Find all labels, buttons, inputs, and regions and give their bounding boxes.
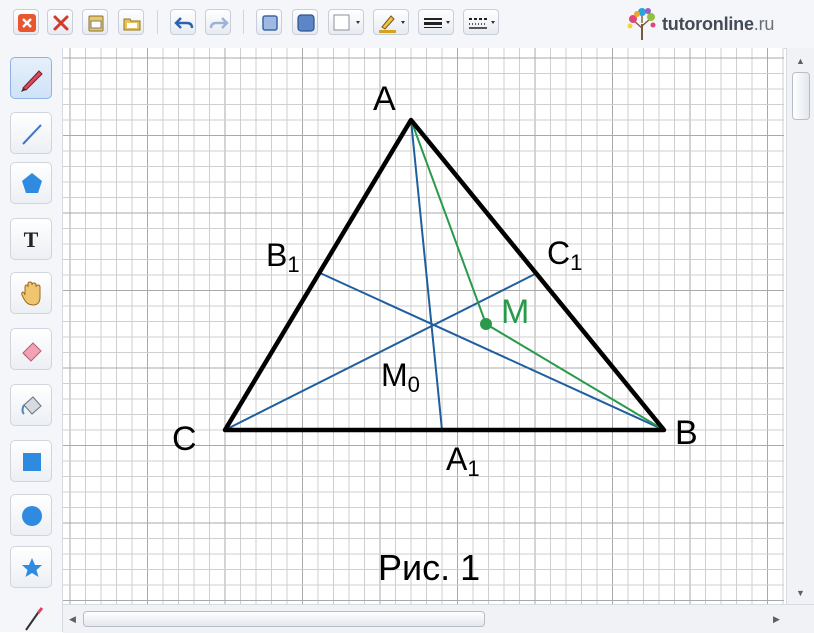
frame-square-icon[interactable]: [256, 9, 282, 35]
label-A: A: [373, 80, 396, 118]
undo-icon[interactable]: [170, 9, 196, 35]
redo-icon[interactable]: [205, 9, 231, 35]
tools-sidebar: T: [0, 48, 63, 632]
point-M: [480, 318, 492, 330]
line-icon: [22, 124, 42, 145]
circle-tool-button[interactable]: [10, 494, 52, 536]
pencil-tool-button[interactable]: [10, 57, 52, 99]
filled-square-icon[interactable]: [292, 9, 318, 35]
square-icon: [23, 453, 41, 471]
label-C: C: [172, 420, 197, 458]
grid: [63, 48, 784, 604]
folder-icon[interactable]: [118, 9, 144, 35]
top-toolbar: tutoronline.ru: [0, 0, 814, 49]
line-style-icon[interactable]: [463, 9, 499, 35]
clipboard-icon[interactable]: [82, 9, 108, 35]
toolbar-separator: [243, 10, 244, 34]
horizontal-scroll-thumb[interactable]: [83, 611, 485, 627]
vertical-scroll-thumb[interactable]: [792, 72, 810, 120]
horizontal-scrollbar[interactable]: ◀ ▶: [63, 604, 814, 633]
line-tool-button[interactable]: [10, 112, 52, 154]
label-A1: A1: [446, 441, 480, 481]
logo-text: tutoronline.ru: [662, 14, 775, 34]
tree-logo-icon: [627, 8, 656, 40]
scroll-left-icon[interactable]: ◀: [69, 614, 76, 624]
color-picker-icon[interactable]: [328, 9, 364, 35]
label-B1: B1: [266, 237, 300, 277]
figure-caption: Рис. 1: [378, 547, 480, 588]
pen-color-icon[interactable]: [373, 9, 409, 35]
close-icon[interactable]: [13, 9, 39, 35]
pentagon-icon: [22, 173, 42, 193]
hand-tool-button[interactable]: [10, 272, 52, 314]
text-tool-button[interactable]: T: [10, 218, 52, 260]
pencil-icon: [21, 70, 43, 92]
label-B: B: [675, 414, 698, 452]
line-width-icon[interactable]: [418, 9, 454, 35]
label-M: M: [501, 293, 529, 331]
star-tool-button[interactable]: [10, 546, 52, 588]
scroll-down-icon[interactable]: ▼: [796, 588, 805, 598]
hand-icon: [21, 281, 41, 306]
text-icon: T: [23, 227, 39, 252]
fill-tool-button[interactable]: [10, 384, 52, 426]
delete-icon[interactable]: [47, 9, 73, 35]
star-icon: [22, 558, 42, 577]
scroll-right-icon[interactable]: ▶: [773, 614, 780, 624]
scroll-up-icon[interactable]: ▲: [796, 56, 805, 66]
toolbar-separator: [157, 10, 158, 34]
tutoronline-logo[interactable]: tutoronline.ru: [624, 6, 774, 40]
drawing-canvas[interactable]: A B C B1 C1 A1 M0 M Рис. 1: [63, 48, 784, 604]
geometry-figure: A B C B1 C1 A1 M0 M Рис. 1: [63, 48, 784, 604]
eraser-tool-button[interactable]: [10, 328, 52, 370]
brush-icon[interactable]: [18, 604, 48, 632]
fill-bucket-icon: [21, 396, 42, 415]
vertical-scrollbar[interactable]: ▲ ▼: [786, 48, 814, 604]
label-M0: M0: [381, 357, 420, 397]
pentagon-tool-button[interactable]: [10, 162, 52, 204]
label-C1: C1: [547, 235, 582, 275]
eraser-icon: [22, 342, 42, 362]
circle-icon: [22, 506, 42, 526]
square-tool-button[interactable]: [10, 440, 52, 482]
